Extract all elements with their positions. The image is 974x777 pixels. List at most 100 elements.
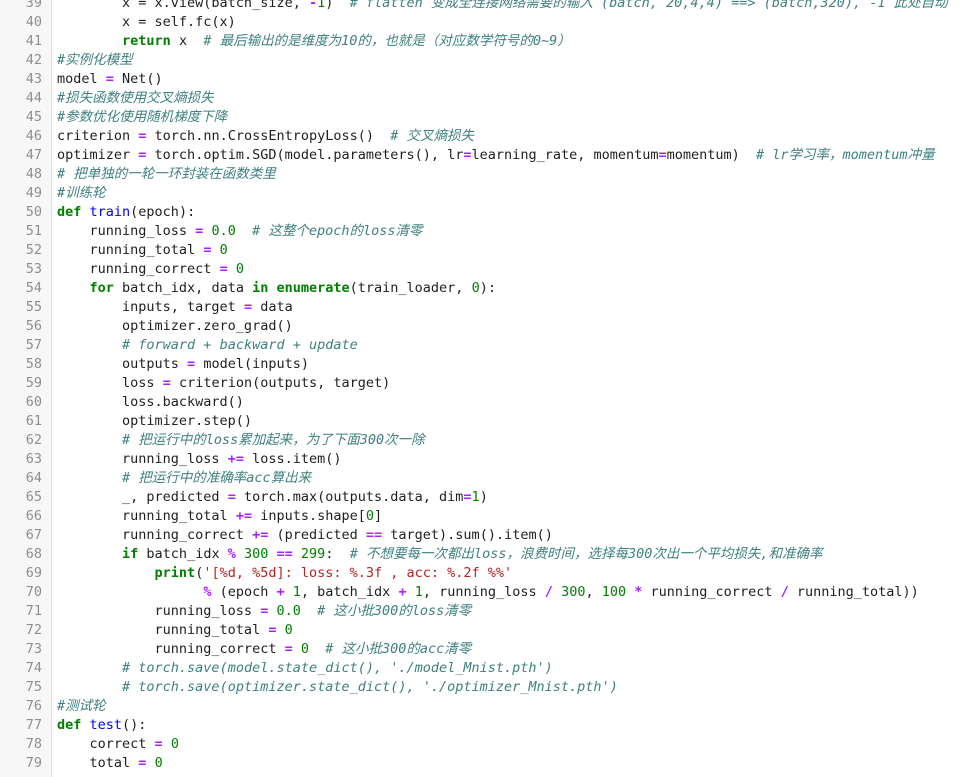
number-token: 0 — [471, 280, 480, 296]
code-line[interactable]: 58 outputs = model(inputs) — [0, 355, 974, 374]
code-text: ): — [479, 280, 496, 296]
comment-token: #测试轮 — [57, 698, 106, 714]
code-text: torch.optim.SGD(model.parameters(), lr — [146, 147, 464, 163]
operator-token: += — [252, 527, 269, 543]
code-content: # torch.save(optimizer.state_dict(), './… — [57, 678, 618, 697]
code-text: correct — [57, 736, 155, 752]
code-line[interactable]: 40 x = self.fc(x) — [0, 13, 974, 32]
code-line[interactable]: 61 optimizer.step() — [0, 412, 974, 431]
line-number: 40 — [25, 14, 42, 30]
operator-token: = — [284, 641, 293, 657]
code-content: # 把单独的一轮一环封装在函数类里 — [57, 165, 276, 184]
code-line[interactable]: 41 return x # 最后输出的是维度为10的，也就是（对应数学符号的0~… — [0, 32, 974, 51]
code-text: (train_loader, — [349, 280, 472, 296]
code-line[interactable]: 63 running_loss += loss.item() — [0, 450, 974, 469]
comment-token: # forward + backward + update — [122, 337, 358, 353]
keyword-token: return — [122, 33, 171, 49]
code-content: inputs, target = data — [57, 298, 293, 317]
line-number: 73 — [25, 641, 42, 657]
code-line[interactable]: 77 def test(): — [0, 716, 974, 735]
number-token: 299 — [300, 546, 326, 562]
line-number: 59 — [25, 375, 42, 391]
keyword-token: if — [122, 546, 139, 562]
code-line[interactable]: 52 running_total = 0 — [0, 241, 974, 260]
line-number: 43 — [25, 71, 42, 87]
comment-token: # 把单独的一轮一环封装在函数类里 — [57, 166, 276, 182]
code-line[interactable]: 39 x = x.view(batch_size, -1) # flatten … — [0, 0, 974, 13]
code-text: optimizer.step() — [57, 413, 253, 429]
line-number: 54 — [25, 280, 42, 296]
code-editor[interactable]: 39 x = x.view(batch_size, -1) # flatten … — [0, 0, 974, 777]
code-line[interactable]: 75 # torch.save(optimizer.state_dict(), … — [0, 678, 974, 697]
code-line[interactable]: 79 total = 0 — [0, 754, 974, 773]
code-line[interactable]: 60 loss.backward() — [0, 393, 974, 412]
keyword-token: for — [89, 280, 114, 296]
code-line[interactable]: 67 running_correct += (predicted == targ… — [0, 526, 974, 545]
code-line[interactable]: 43 model = Net() — [0, 70, 974, 89]
code-line[interactable]: 51 running_loss = 0.0 # 这整个epoch的loss清零 — [0, 222, 974, 241]
code-line[interactable]: 47 optimizer = torch.optim.SGD(model.para… — [0, 146, 974, 165]
code-text: loss — [57, 375, 163, 391]
code-line[interactable]: 71 running_loss = 0.0 # 这小批300的loss清零 — [0, 602, 974, 621]
code-line[interactable]: 53 running_correct = 0 — [0, 260, 974, 279]
line-number: 77 — [25, 717, 42, 733]
operator-token: = — [105, 71, 114, 87]
code-content: running_total = 0 — [57, 241, 228, 260]
code-line[interactable]: 45 #参数优化使用随机梯度下降 — [0, 108, 974, 127]
code-content: # forward + backward + update — [57, 336, 358, 355]
code-line[interactable]: 68 if batch_idx % 300 == 299: # 不想要每一次都出… — [0, 545, 974, 564]
code-content: optimizer = torch.optim.SGD(model.parame… — [57, 146, 935, 165]
code-content: # 把运行中的loss累加起来，为了下面300次一除 — [57, 431, 425, 450]
code-line[interactable]: 46 criterion = torch.nn.CrossEntropyLoss(… — [0, 127, 974, 146]
code-text: inputs, target — [57, 299, 244, 315]
code-text: outputs — [57, 356, 188, 372]
code-text: momentum) — [666, 147, 757, 163]
code-line[interactable]: 66 running_total += inputs.shape[0] — [0, 507, 974, 526]
code-text: running_loss — [57, 451, 228, 467]
line-number: 66 — [25, 508, 42, 524]
comment-token: # 不想要每一次都出loss，浪费时间，选择每300次出一个平均损失,和准确率 — [349, 546, 823, 562]
line-number: 42 — [25, 52, 42, 68]
code-line[interactable]: 72 running_total = 0 — [0, 621, 974, 640]
code-text: : — [325, 546, 350, 562]
code-line[interactable]: 78 correct = 0 — [0, 735, 974, 754]
code-content: optimizer.zero_grad() — [57, 317, 293, 336]
code-line[interactable]: 74 # torch.save(model.state_dict(), './m… — [0, 659, 974, 678]
code-line[interactable]: 54 for batch_idx, data in enumerate(trai… — [0, 279, 974, 298]
operator-token: = — [658, 147, 667, 163]
code-line[interactable]: 48 # 把单独的一轮一环封装在函数类里 — [0, 165, 974, 184]
operator-token: = — [227, 489, 236, 505]
line-number: 64 — [25, 470, 42, 486]
code-line[interactable]: 44 #损失函数使用交叉熵损失 — [0, 89, 974, 108]
code-line[interactable]: 70 % (epoch + 1, batch_idx + 1, running_… — [0, 583, 974, 602]
code-text: ) — [479, 489, 488, 505]
code-line[interactable]: 56 optimizer.zero_grad() — [0, 317, 974, 336]
code-line[interactable]: 69 print('[%d, %5d]: loss: %.3f , acc: %… — [0, 564, 974, 583]
comment-token: # 交叉熵损失 — [390, 128, 475, 144]
code-content: running_loss += loss.item() — [57, 450, 341, 469]
code-line[interactable]: 65 _, predicted = torch.max(outputs.data… — [0, 488, 974, 507]
code-line[interactable]: 76 #测试轮 — [0, 697, 974, 716]
code-text: x = x.view(batch_size, — [57, 0, 309, 11]
code-line[interactable]: 55 inputs, target = data — [0, 298, 974, 317]
code-line[interactable]: 73 running_correct = 0 # 这小批300的acc清零 — [0, 640, 974, 659]
code-line[interactable]: 50 def train(epoch): — [0, 203, 974, 222]
code-line[interactable]: 57 # forward + backward + update — [0, 336, 974, 355]
code-text: running_total — [57, 622, 269, 638]
line-number: 70 — [25, 584, 42, 600]
code-line[interactable]: 62 # 把运行中的loss累加起来，为了下面300次一除 — [0, 431, 974, 450]
line-number: 55 — [25, 299, 42, 315]
code-content: print('[%d, %5d]: loss: %.3f , acc: %.2f… — [57, 564, 513, 583]
code-line[interactable]: 49 #训练轮 — [0, 184, 974, 203]
code-line[interactable]: 42 #实例化模型 — [0, 51, 974, 70]
code-text: (predicted — [268, 527, 366, 543]
code-line[interactable]: 59 loss = criterion(outputs, target) — [0, 374, 974, 393]
code-line[interactable]: 64 # 把运行中的准确率acc算出来 — [0, 469, 974, 488]
